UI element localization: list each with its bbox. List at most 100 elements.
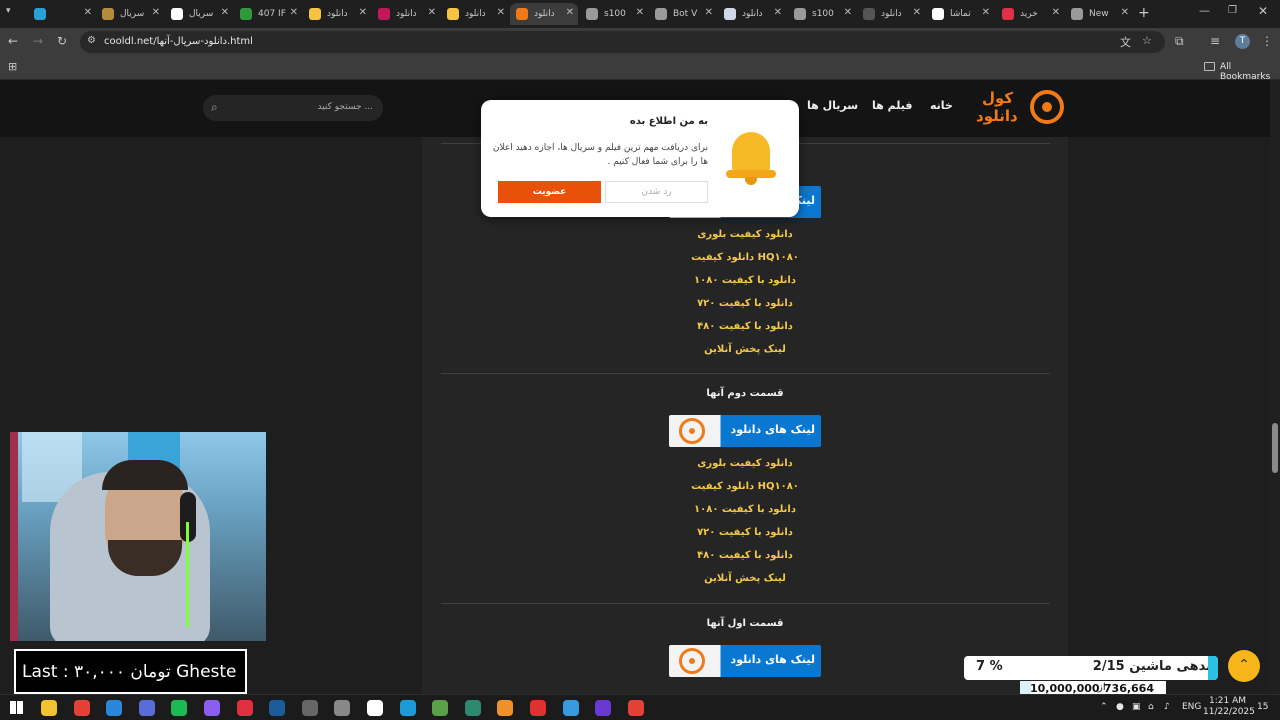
app-icon[interactable] [497, 700, 514, 716]
site-info-icon[interactable]: ⚙ [87, 35, 96, 46]
app-icon[interactable] [106, 700, 123, 716]
browser-tab[interactable]: دانلود ✕ [303, 3, 371, 25]
app-icon[interactable] [562, 700, 579, 716]
download-link[interactable]: دانلود کیفیت HQ۱۰۸۰ [665, 481, 825, 492]
tab-close-icon[interactable]: ✕ [844, 7, 852, 18]
tab-close-icon[interactable]: ✕ [428, 7, 436, 18]
chrome-icon[interactable] [73, 700, 90, 716]
tab-close-icon[interactable]: ✕ [152, 7, 160, 18]
browser-tab[interactable]: دانلود ✕ [372, 3, 440, 25]
all-bookmarks-link[interactable]: All Bookmarks [1220, 62, 1280, 82]
browser-tab[interactable]: ✕ [28, 3, 96, 25]
translate-icon[interactable]: 文 [1120, 34, 1131, 50]
join-button[interactable]: عضویت [498, 181, 601, 203]
media-icon[interactable]: ≡ [1210, 34, 1220, 48]
tab-search-icon[interactable]: ▾ [6, 6, 11, 16]
reload-icon[interactable]: ↻ [57, 34, 67, 48]
tab-close-icon[interactable]: ✕ [290, 7, 298, 18]
apps-grid-icon[interactable]: ⊞ [8, 60, 17, 73]
download-link[interactable]: دانلود با کیفیت ۱۰۸۰ [665, 504, 825, 515]
browser-tab[interactable]: دانلود ✕ [441, 3, 509, 25]
tab-close-icon[interactable]: ✕ [982, 7, 990, 18]
tab-close-icon[interactable]: ✕ [359, 7, 367, 18]
spotify-icon[interactable] [171, 700, 188, 716]
deny-button[interactable]: رد شدن [605, 181, 708, 203]
address-bar[interactable]: ⚙ cooldl.net/دانلود-سریال-آنها.html 文 ☆ [80, 31, 1165, 53]
scroll-to-top-button[interactable]: ⌃ [1228, 650, 1260, 682]
search-input[interactable]: ⌕ جستجو کنید ... [203, 95, 383, 121]
download-link[interactable]: دانلود با کیفیت ۷۲۰ [665, 298, 825, 309]
page-scrollbar[interactable] [1270, 80, 1280, 694]
download-link[interactable]: دانلود با کیفیت ۱۰۸۰ [665, 275, 825, 286]
browser-tab[interactable]: دانلود ✕ [857, 3, 925, 25]
language-indicator[interactable]: ENG [1182, 702, 1201, 712]
download-link[interactable]: دانلود کیفیت بلوری [665, 229, 825, 240]
app-icon[interactable] [530, 700, 546, 716]
start-icon[interactable] [10, 701, 23, 714]
download-link[interactable]: لینک پخش آنلاین [665, 344, 825, 355]
download-link[interactable]: دانلود با کیفیت ۴۸۰ [665, 550, 825, 561]
app-icon[interactable] [236, 700, 253, 716]
download-link[interactable]: دانلود با کیفیت ۷۲۰ [665, 527, 825, 538]
app-icon[interactable] [138, 700, 155, 716]
network-icon[interactable]: ⌂ [1148, 702, 1154, 712]
tab-close-icon[interactable]: ✕ [84, 7, 92, 18]
close-window-icon[interactable]: ✕ [1258, 4, 1268, 18]
notification-count[interactable]: 15 [1257, 702, 1268, 712]
restore-icon[interactable]: ❐ [1228, 5, 1237, 16]
app-icon[interactable] [464, 700, 481, 716]
volume-icon[interactable]: ♪ [1164, 702, 1170, 712]
profile-avatar[interactable]: T [1235, 34, 1250, 49]
steam-icon[interactable] [269, 700, 286, 716]
app-icon[interactable] [595, 700, 612, 716]
app-icon[interactable] [432, 700, 449, 716]
new-tab-plus-icon[interactable]: + [1138, 5, 1150, 21]
capcut-icon[interactable] [367, 700, 383, 716]
browser-tab[interactable]: Bot V ✕ [649, 3, 717, 25]
scrollbar-thumb[interactable] [1272, 423, 1278, 473]
tab-close-icon[interactable]: ✕ [221, 7, 229, 18]
download-link[interactable]: دانلود با کیفیت ۴۸۰ [665, 321, 825, 332]
nav-home[interactable]: خانه [930, 99, 953, 112]
browser-tab[interactable]: s100 ✕ [788, 3, 856, 25]
browser-tab[interactable]: سریال ✕ [96, 3, 164, 25]
forward-icon[interactable]: → [33, 34, 43, 48]
chrome-icon[interactable] [627, 700, 644, 716]
browser-tab[interactable]: s100 ✕ [580, 3, 648, 25]
browser-tab[interactable]: سریال ✕ [165, 3, 233, 25]
download-link[interactable]: دانلود کیفیت HQ۱۰۸۰ [665, 252, 825, 263]
search-icon[interactable]: ⌕ [211, 100, 218, 115]
bookmark-star-icon[interactable]: ☆ [1142, 34, 1152, 47]
back-icon[interactable]: ← [8, 34, 18, 48]
file-explorer-icon[interactable] [41, 700, 57, 716]
clock-date[interactable]: 11/22/2025 [1203, 707, 1255, 717]
tab-close-icon[interactable]: ✕ [1052, 7, 1060, 18]
browser-tab[interactable]: خرید ✕ [996, 3, 1064, 25]
nav-series[interactable]: سریال ها [807, 99, 858, 112]
app-icon[interactable] [334, 700, 351, 716]
app-icon[interactable] [204, 700, 220, 716]
browser-tab[interactable]: تماشا ✕ [926, 3, 994, 25]
browser-tab[interactable]: 407 IF ✕ [234, 3, 302, 25]
tab-close-icon[interactable]: ✕ [636, 7, 644, 18]
extensions-icon[interactable]: ⧉ [1175, 34, 1184, 49]
app-icon[interactable] [399, 700, 416, 716]
tab-close-icon[interactable]: ✕ [497, 7, 505, 18]
tab-close-icon[interactable]: ✕ [566, 7, 574, 18]
nav-movies[interactable]: فیلم ها [872, 99, 912, 112]
tab-close-icon[interactable]: ✕ [705, 7, 713, 18]
download-link[interactable]: لینک پخش آنلاین [665, 573, 825, 584]
minimize-icon[interactable]: — [1199, 4, 1210, 17]
clock-time[interactable]: 1:21 AM [1209, 696, 1246, 706]
app-icon[interactable] [301, 700, 318, 716]
tab-close-icon[interactable]: ✕ [774, 7, 782, 18]
tray-app-icon[interactable]: ▣ [1132, 702, 1141, 712]
tab-close-icon[interactable]: ✕ [913, 7, 921, 18]
browser-tab[interactable]: دانلود ✕ [510, 3, 578, 25]
tray-chevron-icon[interactable]: ⌃ [1100, 702, 1108, 712]
menu-kebab-icon[interactable]: ⋮ [1261, 34, 1273, 48]
tab-close-icon[interactable]: ✕ [1121, 7, 1129, 18]
browser-tab[interactable]: دانلود ✕ [718, 3, 786, 25]
mic-icon[interactable]: ● [1116, 702, 1124, 712]
site-logo[interactable]: کول دانلود [976, 88, 1068, 130]
